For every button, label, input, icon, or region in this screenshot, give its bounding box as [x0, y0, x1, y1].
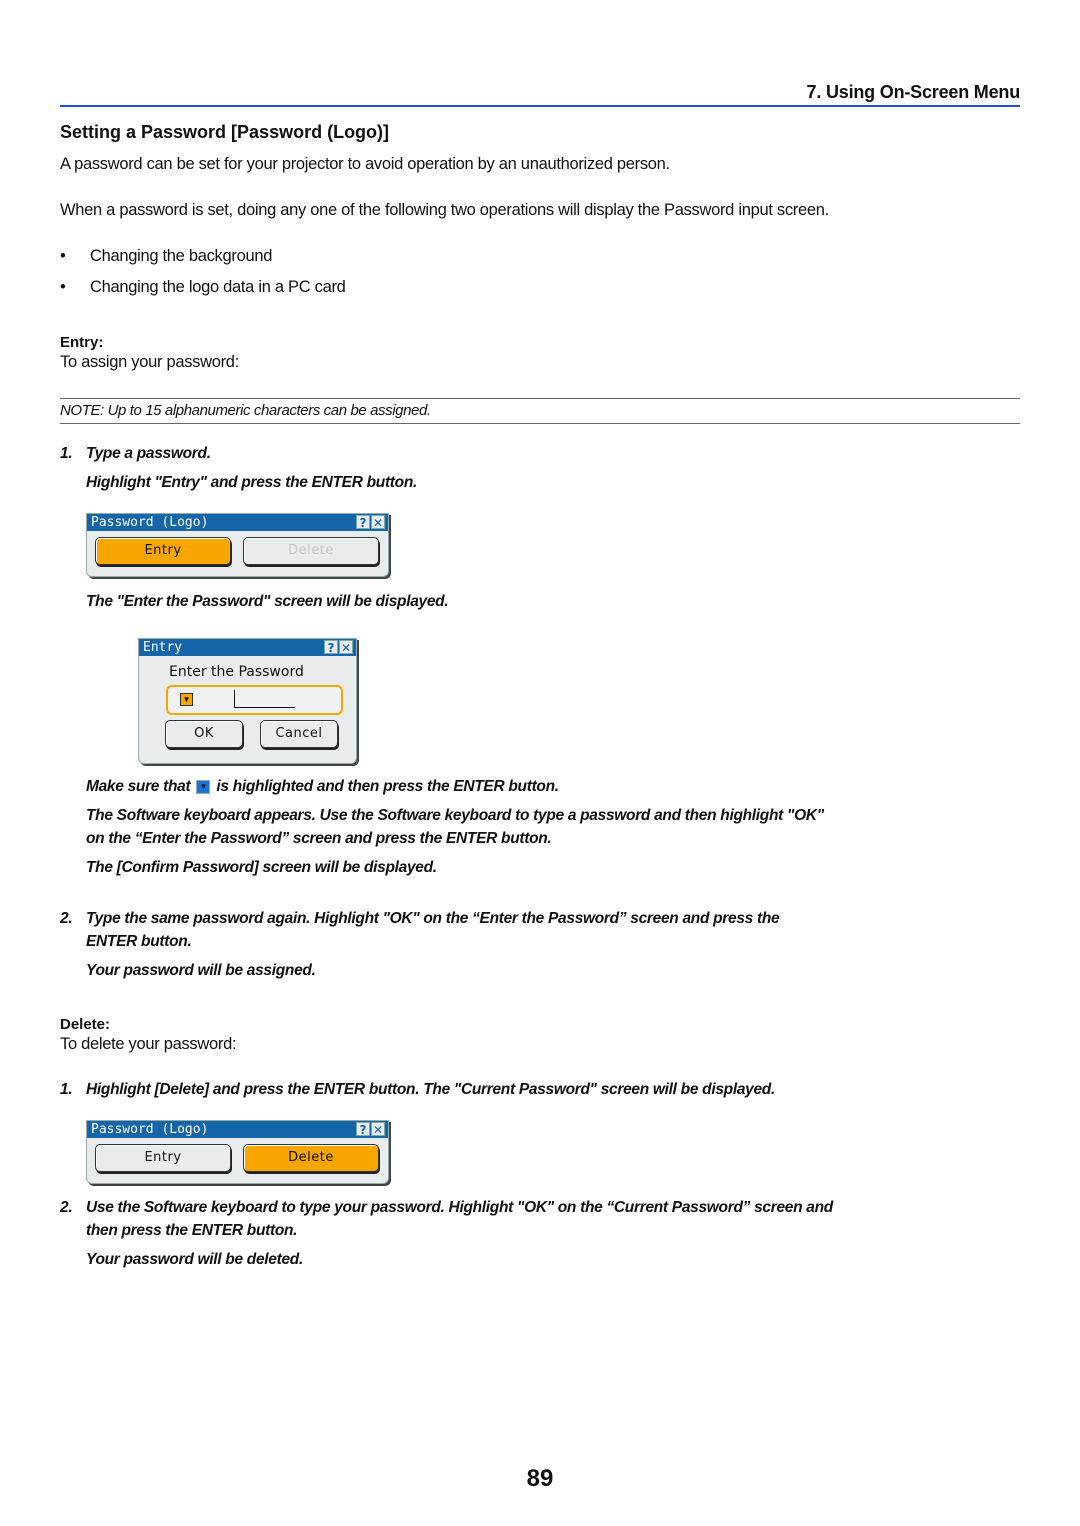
- osd-title: Entry: [143, 640, 183, 655]
- bullet-icon: •: [60, 278, 66, 296]
- step-number: 2.: [60, 910, 73, 927]
- note-box: NOTE: Up to 15 alphanumeric characters c…: [60, 398, 1020, 424]
- delete-label: Delete:: [60, 1016, 111, 1033]
- entry-label: Entry:: [60, 334, 104, 351]
- page-number: 89: [526, 1465, 554, 1492]
- step-number: 1.: [60, 1081, 73, 1098]
- step-text: on the “Enter the Password” screen and p…: [86, 830, 552, 847]
- bullet-item: • Changing the logo data in a PC card: [60, 278, 346, 297]
- step-number: 1.: [60, 445, 73, 462]
- bullet-icon: •: [60, 247, 66, 265]
- step-text: Type the same password again. Highlight …: [86, 910, 780, 927]
- delete-description: To delete your password:: [60, 1035, 237, 1053]
- osd-password-logo-delete: Password (Logo) ? ✕ Entry Delete: [86, 1120, 389, 1184]
- bullet-text: Changing the logo data in a PC card: [90, 278, 346, 296]
- password-value: [234, 690, 295, 708]
- osd-password-logo-entry: Password (Logo) ? ✕ Entry Delete: [86, 513, 389, 577]
- osd-title: Password (Logo): [91, 515, 209, 530]
- chapter-heading: 7. Using On-Screen Menu: [806, 82, 1021, 102]
- delete-button[interactable]: Delete: [243, 1144, 379, 1172]
- step-text: Highlight [Delete] and press the ENTER b…: [86, 1081, 775, 1098]
- step-text: then press the ENTER button.: [86, 1222, 298, 1239]
- step-number: 2.: [60, 1199, 73, 1216]
- help-icon[interactable]: ?: [356, 515, 370, 530]
- cancel-button[interactable]: Cancel: [260, 720, 338, 748]
- delete-button[interactable]: Delete: [243, 537, 379, 565]
- password-input[interactable]: ▼: [166, 685, 343, 715]
- intro-paragraph-2: When a password is set, doing any one of…: [60, 201, 829, 219]
- step-text: The Software keyboard appears. Use the S…: [86, 807, 824, 824]
- help-icon[interactable]: ?: [356, 1122, 370, 1137]
- intro-paragraph-1: A password can be set for your projector…: [60, 155, 670, 173]
- enter-password-prompt: Enter the Password: [169, 664, 304, 680]
- osd-title-bar: Password (Logo) ? ✕: [87, 514, 388, 531]
- dropdown-icon[interactable]: ▼: [180, 693, 193, 706]
- close-icon[interactable]: ✕: [371, 1122, 385, 1137]
- header-rule: [60, 105, 1020, 107]
- step-text: Make sure that ▼ is highlighted and then…: [86, 778, 559, 795]
- osd-title-bar: Entry ? ✕: [139, 639, 356, 656]
- osd-enter-password: Entry ? ✕ Enter the Password ▼ OK Cancel: [138, 638, 357, 764]
- entry-description: To assign your password:: [60, 353, 239, 371]
- bullet-item: • Changing the background: [60, 247, 272, 266]
- entry-button[interactable]: Entry: [95, 1144, 231, 1172]
- step-text: Highlight "Entry" and press the ENTER bu…: [86, 474, 418, 491]
- note-text: NOTE: Up to 15 alphanumeric characters c…: [60, 402, 431, 419]
- section-title: Setting a Password [Password (Logo)]: [60, 122, 390, 142]
- step-text: Use the Software keyboard to type your p…: [86, 1199, 833, 1216]
- step-text: The "Enter the Password" screen will be …: [86, 593, 449, 610]
- close-icon[interactable]: ✕: [371, 515, 385, 530]
- ok-button[interactable]: OK: [165, 720, 243, 748]
- step-text: Your password will be deleted.: [86, 1251, 303, 1268]
- osd-title-bar: Password (Logo) ? ✕: [87, 1121, 388, 1138]
- help-icon[interactable]: ?: [324, 640, 338, 655]
- close-icon[interactable]: ✕: [339, 640, 353, 655]
- dropdown-icon: ▼: [196, 779, 211, 794]
- step-text: Your password will be assigned.: [86, 962, 316, 979]
- step-text: Type a password.: [86, 445, 211, 462]
- osd-title: Password (Logo): [91, 1122, 209, 1137]
- step-text: ENTER button.: [86, 933, 192, 950]
- bullet-text: Changing the background: [90, 247, 273, 265]
- entry-button[interactable]: Entry: [95, 537, 231, 565]
- step-text: The [Confirm Password] screen will be di…: [86, 859, 437, 876]
